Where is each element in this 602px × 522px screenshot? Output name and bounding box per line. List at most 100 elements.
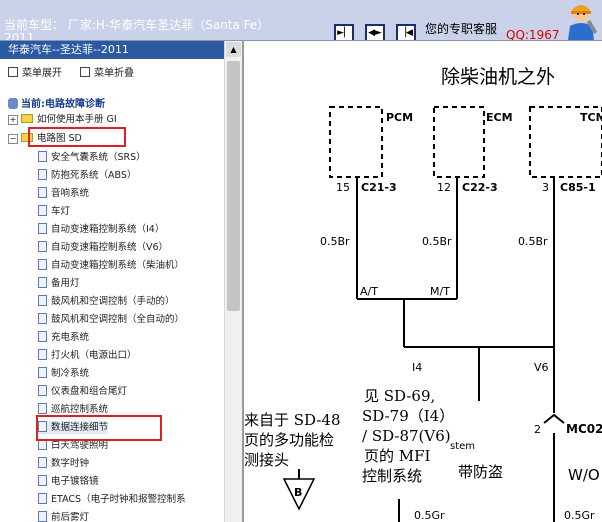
vehicle-model-label: 当前车型： 厂家:H-华泰汽车圣达菲（Santa Fe） <box>4 18 270 32</box>
tree-item[interactable]: 备用灯 <box>38 277 80 290</box>
wiring-diagram: 除柴油机之外 PCM ECM TCM 15 C21-3 12 C22-3 3 C… <box>244 41 602 522</box>
highlight-folder-sd <box>28 127 126 147</box>
tree-item[interactable]: 制冷系统 <box>38 367 89 380</box>
note-center-line5: 控制系统 <box>362 467 422 485</box>
branch-label: I4 <box>412 361 422 374</box>
tree-item[interactable]: 打火机（电源出口） <box>38 349 137 362</box>
expand-icon: ◀► <box>368 28 382 38</box>
tree-item[interactable]: 车灯 <box>38 205 70 218</box>
folder-icon <box>21 114 33 123</box>
expand-plus-icon[interactable]: + <box>8 115 18 125</box>
document-icon <box>38 277 47 288</box>
tree-item[interactable]: 鼓风机和空调控制（全自动的） <box>38 313 184 326</box>
tree-title: 华泰汽车--圣达菲--2011 <box>0 41 224 59</box>
document-icon <box>38 511 47 522</box>
connector-label: C21-3 <box>361 181 397 194</box>
document-icon <box>38 367 47 378</box>
collapse-minus-icon[interactable]: − <box>8 134 18 144</box>
sidebar-tree: 华泰汽车--圣达菲--2011 菜单展开 菜单折叠 当前:电路故障诊断 + 如何使… <box>0 41 242 522</box>
partial-label: stem <box>450 441 475 452</box>
document-icon <box>38 223 47 234</box>
connector-label: C22-3 <box>462 181 498 194</box>
tree-item[interactable]: 鼓风机和空调控制（手动的） <box>38 295 175 308</box>
junction-label: M/T <box>430 285 450 298</box>
note-right: 带防盗 <box>458 463 503 481</box>
ecm-box <box>433 106 485 178</box>
diagram-title: 除柴油机之外 <box>441 66 555 88</box>
document-icon <box>38 457 47 468</box>
step-forward-icon: ►▏ <box>337 28 351 38</box>
collapse-box-icon <box>80 67 90 77</box>
connector-label: C85-1 <box>560 181 596 194</box>
tree-item[interactable]: 音响系统 <box>38 187 89 200</box>
note-left-line2: 页的多功能检 <box>244 431 334 449</box>
note-left-line1: 来自于 SD-48 <box>244 411 341 429</box>
step-forward-button[interactable]: ►▏ <box>334 24 354 40</box>
tree-item[interactable]: 电子镀铬镜 <box>38 475 99 488</box>
junction-label: A/T <box>360 285 378 298</box>
pcm-box <box>329 106 383 178</box>
qq-link[interactable]: QQ:1967 <box>506 28 559 40</box>
wiring-diagram-svg: 除柴油机之外 PCM ECM TCM 15 C21-3 12 C22-3 3 C… <box>244 66 602 522</box>
step-back-button[interactable]: ▕◀ <box>396 24 416 40</box>
document-icon <box>38 475 47 486</box>
pin-label: 3 <box>542 181 549 194</box>
tree-folder-gi[interactable]: + 如何使用本手册 GI <box>8 113 117 126</box>
note-center-line3: / SD-87(V6) <box>362 427 451 445</box>
module-label: PCM <box>386 111 413 124</box>
document-icon <box>38 295 47 306</box>
document-icon <box>38 205 47 216</box>
service-label: 您的专职客服 <box>425 22 498 36</box>
scroll-up-icon[interactable]: ▲ <box>226 42 241 57</box>
note-center-line4: 页的 MFI <box>364 447 431 465</box>
mechanic-logo-icon <box>568 5 598 40</box>
tree-item[interactable]: 自动变速箱控制系统（I4） <box>38 223 164 236</box>
branch-label: V6 <box>534 361 549 374</box>
note-left-line3: 测接头 <box>244 451 289 469</box>
document-icon <box>38 259 47 270</box>
wire-label: 0.5Br <box>518 235 548 248</box>
wire-label: 0.5Br <box>320 235 350 248</box>
note-center-line2: SD-79（I4） <box>362 407 454 425</box>
pin-label: 12 <box>437 181 451 194</box>
wo-label: W/O <box>568 466 600 484</box>
wire-label: 0.5Br <box>422 235 452 248</box>
bottom-wire-label: 0.5Gr <box>414 509 445 522</box>
vehicle-model-year: 2011 <box>4 31 35 41</box>
document-icon <box>38 493 47 504</box>
document-icon <box>38 169 47 180</box>
pin-label: 15 <box>336 181 350 194</box>
current-section-label: 当前:电路故障诊断 <box>8 95 105 110</box>
tree-item[interactable]: 自动变速箱控制系统（柴油机） <box>38 259 184 272</box>
document-icon <box>38 187 47 198</box>
note-center-line1: 见 SD-69, <box>364 387 435 405</box>
module-label: TCM <box>580 111 602 124</box>
database-icon <box>8 98 18 109</box>
module-label: ECM <box>486 111 513 124</box>
tree-item[interactable]: 数字时钟 <box>38 457 89 470</box>
tree-item[interactable]: ETACS（电子时钟和报警控制系 <box>38 493 186 506</box>
mc-pin-label: 2 <box>534 423 541 436</box>
top-bar: 当前车型： 厂家:H-华泰汽车圣达菲（Santa Fe） 2011 ►▏ ◀► … <box>0 0 602 41</box>
mc-connector-label: MC02 <box>566 422 602 436</box>
document-icon <box>38 385 47 396</box>
tree-item[interactable]: 仪表盘和组合尾灯 <box>38 385 127 398</box>
expand-box-icon <box>8 67 18 77</box>
document-icon <box>38 241 47 252</box>
ground-label: B <box>294 486 302 499</box>
document-icon <box>38 403 47 414</box>
sidebar-scrollbar[interactable]: ▲ <box>224 41 242 522</box>
menu-expand-button[interactable]: 菜单展开 <box>8 64 62 79</box>
tree-item[interactable]: 自动变速箱控制系统（V6） <box>38 241 168 254</box>
tree-item[interactable]: 前后雾灯 <box>38 511 89 522</box>
tree-item[interactable]: 充电系统 <box>38 331 89 344</box>
tree-item[interactable]: 安全气囊系统（SRS） <box>38 151 146 164</box>
scroll-thumb[interactable] <box>227 61 240 311</box>
document-icon <box>38 313 47 324</box>
document-icon <box>38 151 47 162</box>
tree-item[interactable]: 防抱死系统（ABS） <box>38 169 136 182</box>
document-icon <box>38 331 47 342</box>
highlight-data-link <box>36 415 162 441</box>
expand-button[interactable]: ◀► <box>365 24 385 40</box>
menu-collapse-button[interactable]: 菜单折叠 <box>80 64 134 79</box>
